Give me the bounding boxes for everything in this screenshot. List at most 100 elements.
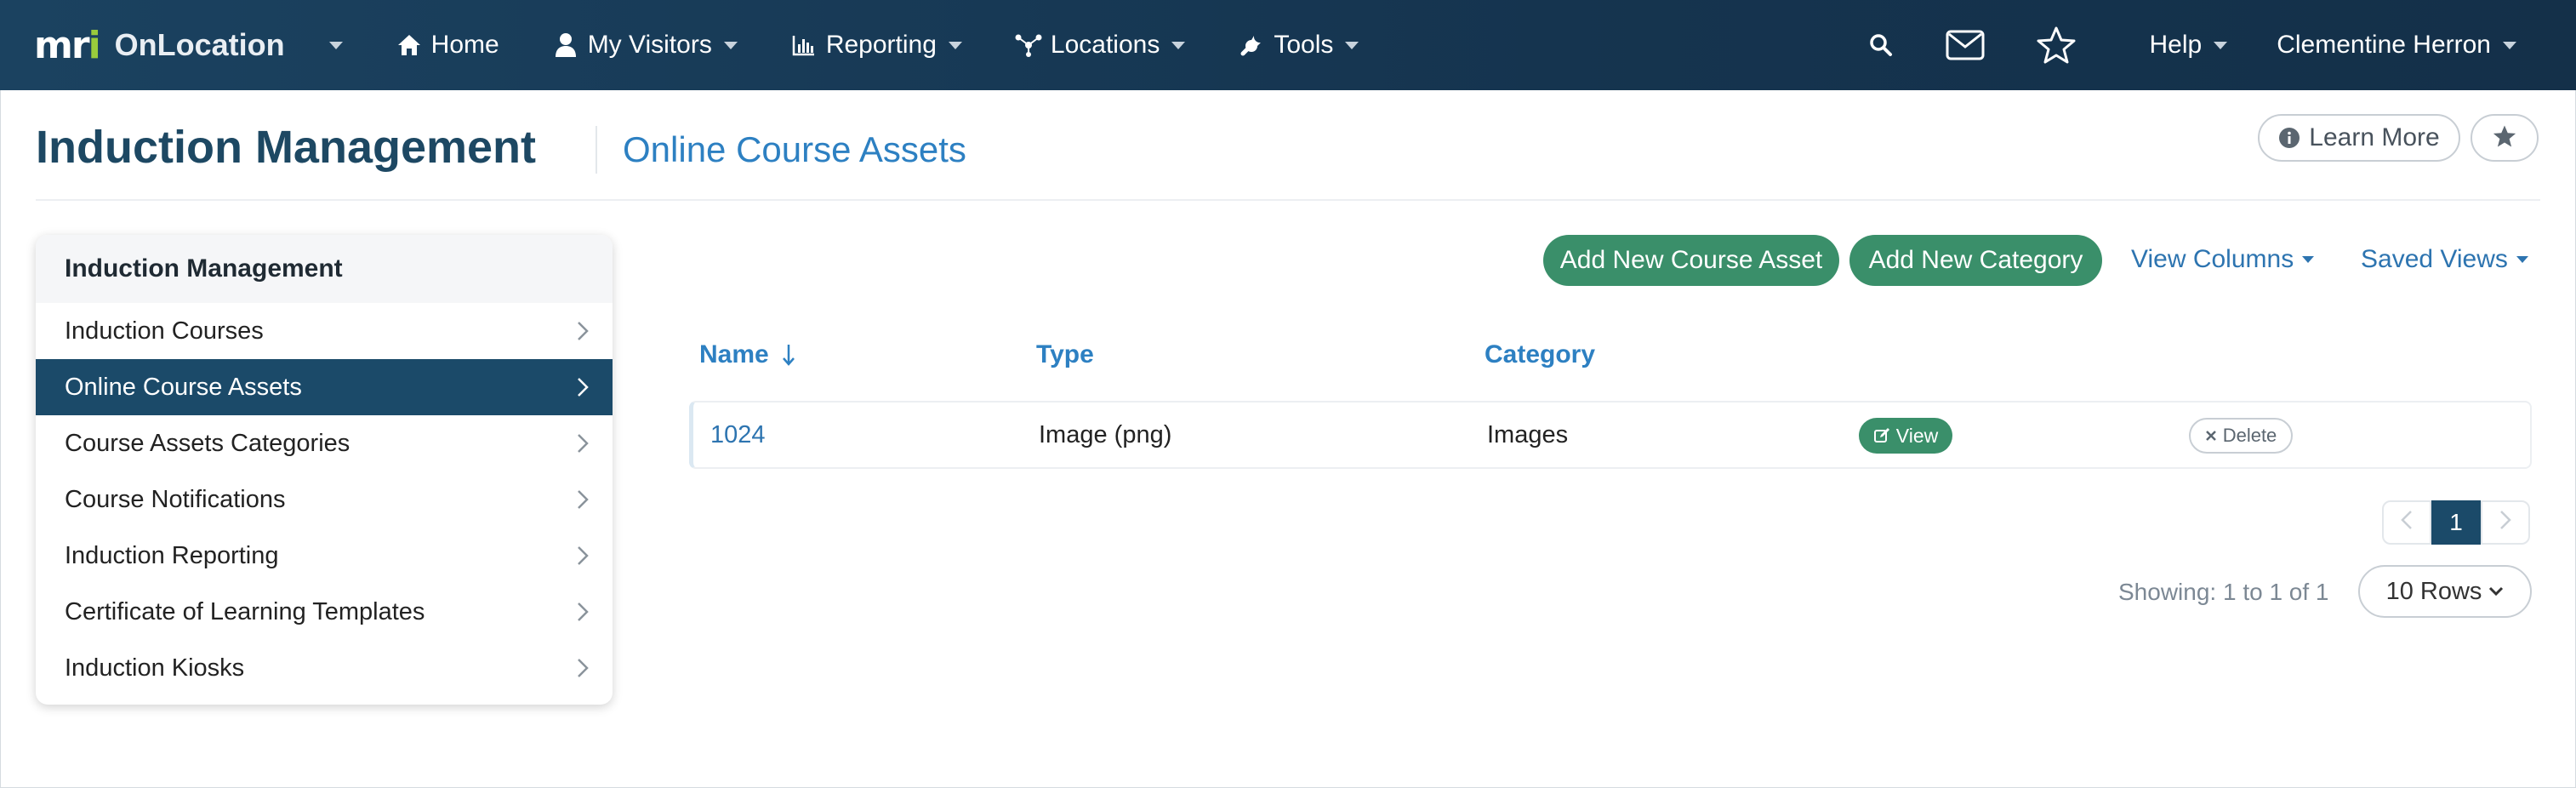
view-columns-dropdown[interactable]: View Columns — [2131, 245, 2315, 274]
rows-per-page-label: 10 Rows — [2385, 577, 2482, 605]
next-page-button[interactable] — [2481, 500, 2530, 545]
favorite-button[interactable] — [2471, 114, 2539, 162]
nav-my-visitors-label: My Visitors — [587, 31, 712, 59]
sidebar-item-course-notifications[interactable]: Course Notifications — [36, 471, 613, 528]
bar-chart-icon — [790, 31, 818, 59]
sidebar-item-label: Induction Courses — [65, 317, 264, 345]
info-icon — [2278, 127, 2300, 149]
chevron-right-icon — [577, 433, 589, 454]
view-columns-label: View Columns — [2131, 245, 2294, 273]
chevron-down-icon — [2488, 586, 2504, 597]
nav-reporting-label: Reporting — [825, 31, 937, 59]
column-header-label: Name — [699, 340, 769, 368]
navbar-left: mri OnLocation Home My Visitors Reportin… — [34, 0, 1411, 90]
column-header-type[interactable]: Type — [1036, 340, 1094, 369]
add-new-course-asset-button[interactable]: Add New Course Asset — [1543, 235, 1839, 286]
nav-locations-label: Locations — [1050, 31, 1160, 59]
asset-category: Images — [1487, 421, 1569, 448]
sort-arrow-down-icon — [781, 343, 796, 367]
wrench-icon — [1238, 31, 1265, 59]
brand-logo[interactable]: mri OnLocation — [34, 24, 285, 67]
sidebar-item-certificate-templates[interactable]: Certificate of Learning Templates — [36, 584, 613, 640]
sidebar-nav: Induction Management Induction Courses O… — [36, 235, 613, 705]
chevron-down-icon — [723, 41, 738, 49]
chevron-right-icon — [577, 658, 589, 678]
chevron-down-icon — [2503, 41, 2516, 49]
chevron-left-icon — [2401, 509, 2413, 536]
chevron-down-icon — [2516, 256, 2528, 263]
chevron-right-icon — [577, 377, 589, 397]
sidebar-heading: Induction Management — [36, 235, 613, 303]
page-subtitle: Online Course Assets — [623, 129, 966, 169]
nav-tools-label: Tools — [1274, 31, 1334, 59]
prev-page-button[interactable] — [2382, 500, 2431, 545]
sidebar-item-course-assets-categories[interactable]: Course Assets Categories — [36, 415, 613, 471]
column-header-name[interactable]: Name — [699, 340, 796, 369]
add-new-category-button[interactable]: Add New Category — [1849, 235, 2102, 286]
nav-home-label: Home — [430, 31, 499, 59]
chevron-right-icon — [2499, 509, 2511, 536]
star-icon[interactable] — [2036, 26, 2077, 65]
mail-icon[interactable] — [1946, 30, 1985, 60]
learn-more-label: Learn More — [2309, 123, 2440, 151]
star-icon — [2492, 123, 2517, 153]
sidebar-item-online-course-assets[interactable]: Online Course Assets — [36, 359, 613, 415]
chevron-right-icon — [577, 321, 589, 341]
sidebar-item-induction-courses[interactable]: Induction Courses — [36, 303, 613, 359]
search-icon[interactable] — [1869, 33, 1893, 57]
chevron-right-icon — [577, 489, 589, 510]
sidebar-item-label: Course Assets Categories — [65, 429, 350, 457]
nav-locations[interactable]: Locations — [1015, 31, 1186, 60]
sidebar-item-label: Course Notifications — [65, 485, 286, 513]
page-title: Induction Management — [36, 122, 537, 173]
saved-views-label: Saved Views — [2361, 245, 2508, 273]
sidebar-item-label: Certificate of Learning Templates — [65, 597, 425, 625]
view-label: View — [1895, 424, 1939, 447]
asset-type: Image (png) — [1039, 421, 1172, 448]
page-number-button[interactable]: 1 — [2431, 500, 2481, 545]
edit-icon — [1873, 427, 1890, 444]
sidebar-item-label: Induction Reporting — [65, 541, 279, 569]
column-header-category[interactable]: Category — [1485, 340, 1595, 369]
nav-tools[interactable]: Tools — [1238, 31, 1359, 60]
view-button[interactable]: View — [1859, 418, 1952, 454]
sidebar-item-induction-kiosks[interactable]: Induction Kiosks — [36, 640, 613, 696]
chevron-down-icon — [948, 41, 962, 49]
nav-reporting[interactable]: Reporting — [790, 31, 962, 60]
chevron-right-icon — [577, 602, 589, 622]
close-icon — [2205, 430, 2217, 442]
navbar-right: Help Clementine Herron — [1869, 0, 2516, 90]
table-row: 1024 Image (png) Images View Delete — [689, 401, 2532, 469]
delete-button[interactable]: Delete — [2189, 418, 2293, 454]
title-divider — [596, 126, 597, 174]
nav-help-label: Help — [2149, 31, 2203, 59]
mri-logo: mri — [34, 23, 101, 67]
sidebar-item-label: Online Course Assets — [65, 373, 302, 401]
chevron-down-icon — [2302, 256, 2315, 263]
delete-label: Delete — [2222, 425, 2277, 446]
showing-count: Showing: 1 to 1 of 1 — [2118, 579, 2329, 605]
chevron-down-icon — [1171, 41, 1186, 49]
pagination: 1 — [2382, 500, 2530, 545]
network-icon — [1015, 31, 1042, 59]
app-switcher-chevron-down-icon[interactable] — [328, 41, 343, 49]
chevron-down-icon — [2214, 41, 2228, 49]
user-name: Clementine Herron — [2277, 31, 2491, 59]
nav-help[interactable]: Help — [2150, 31, 2228, 60]
asset-name-link[interactable]: 1024 — [710, 421, 766, 449]
app-name: OnLocation — [114, 27, 285, 62]
chevron-right-icon — [577, 545, 589, 566]
header-divider — [36, 199, 2540, 201]
nav-my-visitors[interactable]: My Visitors — [552, 31, 738, 60]
home-icon — [396, 31, 423, 59]
chevron-down-icon — [1345, 41, 1359, 49]
nav-home[interactable]: Home — [396, 31, 499, 60]
learn-more-button[interactable]: Learn More — [2258, 114, 2460, 162]
rows-per-page-dropdown[interactable]: 10 Rows — [2358, 565, 2532, 618]
user-icon — [552, 31, 579, 59]
saved-views-dropdown[interactable]: Saved Views — [2361, 245, 2528, 274]
sidebar-item-label: Induction Kiosks — [65, 654, 245, 682]
top-navbar: mri OnLocation Home My Visitors Reportin… — [0, 0, 2576, 90]
user-menu[interactable]: Clementine Herron — [2277, 31, 2516, 60]
sidebar-item-induction-reporting[interactable]: Induction Reporting — [36, 528, 613, 584]
